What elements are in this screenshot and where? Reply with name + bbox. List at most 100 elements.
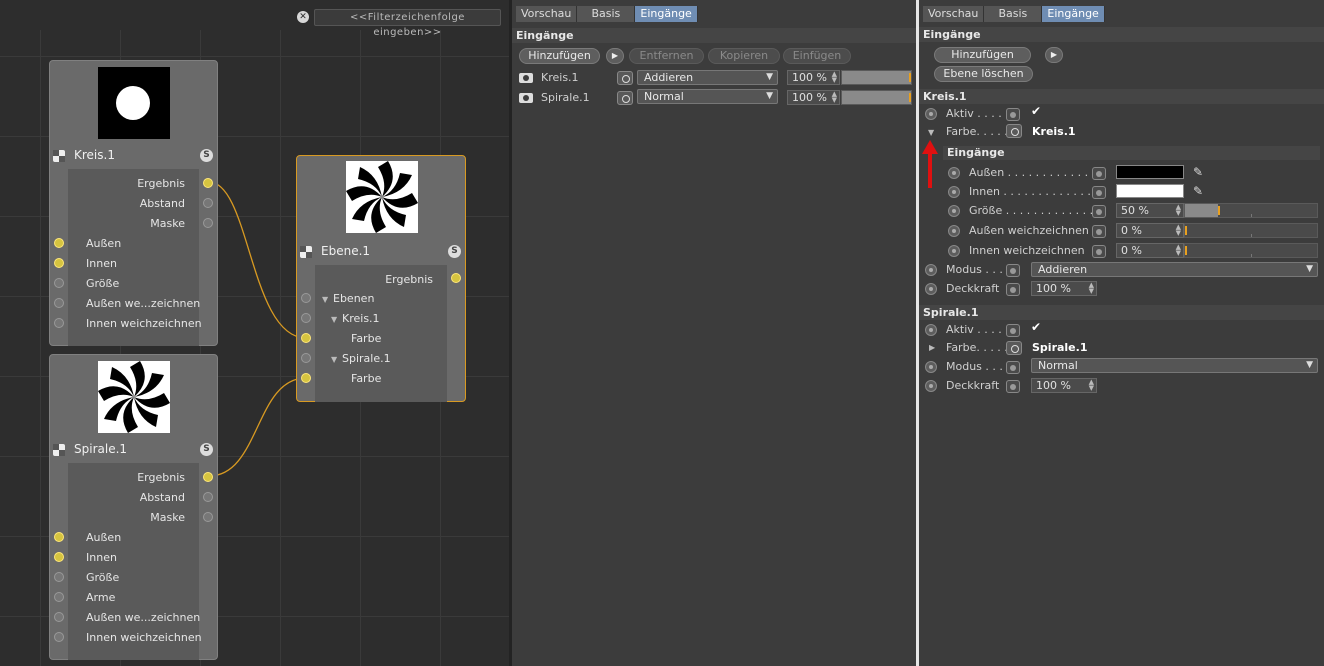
input-port[interactable] <box>54 258 64 268</box>
aussen-weich-field[interactable]: 0 % ▲ ▼ <box>1116 223 1184 238</box>
anim-radio[interactable] <box>948 167 960 179</box>
input-port[interactable] <box>301 293 311 303</box>
link-icon[interactable] <box>617 91 633 105</box>
expand-triangle-icon[interactable]: ▼ <box>331 355 337 364</box>
keyframe-button[interactable] <box>1092 186 1106 199</box>
anim-radio[interactable] <box>925 108 937 120</box>
output-port-ergebnis[interactable] <box>203 472 213 482</box>
modus-dropdown[interactable]: Addieren ▼ <box>1031 262 1318 277</box>
link-icon[interactable] <box>1006 124 1022 138</box>
keyframe-button[interactable] <box>1006 108 1020 121</box>
tab-basis[interactable]: Basis <box>577 6 636 22</box>
keyframe-button[interactable] <box>1092 225 1106 238</box>
paste-button[interactable]: Einfügen <box>783 48 851 64</box>
opacity-slider[interactable] <box>841 70 912 85</box>
anim-radio[interactable] <box>948 225 960 237</box>
keyframe-button[interactable] <box>1006 361 1020 374</box>
innen-weich-slider[interactable] <box>1184 243 1318 258</box>
remove-button[interactable]: Entfernen <box>629 48 704 64</box>
anim-radio[interactable] <box>925 361 937 373</box>
add-menu-arrow-icon[interactable]: ▶ <box>1045 47 1063 63</box>
input-port[interactable] <box>54 318 64 328</box>
tab-eingaenge[interactable]: Eingänge <box>635 6 698 22</box>
tab-eingaenge[interactable]: Eingänge <box>1042 6 1105 22</box>
solo-badge[interactable]: S <box>200 149 213 162</box>
blend-mode-dropdown[interactable]: Normal ▼ <box>637 89 778 104</box>
modus-dropdown[interactable]: Normal ▼ <box>1031 358 1318 373</box>
link-icon[interactable] <box>1006 341 1022 355</box>
anim-radio[interactable] <box>925 264 937 276</box>
blend-mode-dropdown[interactable]: Addieren ▼ <box>637 70 778 85</box>
expand-triangle-icon[interactable]: ▼ <box>322 295 328 304</box>
node-spirale[interactable]: Spirale.1 S Ergebnis Abstand Maske Außen… <box>49 354 218 660</box>
eyedropper-icon[interactable]: ✎ <box>1193 184 1207 198</box>
innen-weich-field[interactable]: 0 % ▲ ▼ <box>1116 243 1184 258</box>
output-port-abstand[interactable] <box>203 492 213 502</box>
keyframe-button[interactable] <box>1006 380 1020 393</box>
eyedropper-icon[interactable]: ✎ <box>1193 165 1207 179</box>
input-port[interactable] <box>54 592 64 602</box>
spin-arrows-icon[interactable]: ▲ ▼ <box>1089 282 1094 295</box>
opacity-field[interactable]: 100 % ▲ ▼ <box>787 70 840 85</box>
add-button[interactable]: Hinzufügen <box>519 48 600 64</box>
innen-color-swatch[interactable] <box>1116 184 1184 198</box>
aktiv-checkbox[interactable]: ✔ <box>1031 320 1041 334</box>
spin-arrows-icon[interactable]: ▲ ▼ <box>1176 244 1181 257</box>
node-editor[interactable]: ✕ <<Filterzeichenfolge eingeben>> Kreis.… <box>0 0 509 666</box>
add-menu-arrow-icon[interactable]: ▶ <box>606 48 624 64</box>
input-port[interactable] <box>54 612 64 622</box>
input-port[interactable] <box>54 632 64 642</box>
copy-button[interactable]: Kopieren <box>708 48 780 64</box>
keyframe-button[interactable] <box>1092 205 1106 218</box>
anim-radio[interactable] <box>925 283 937 295</box>
deckkraft-field[interactable]: 100 % ▲ ▼ <box>1031 378 1097 393</box>
input-port-kreis-farbe[interactable] <box>301 333 311 343</box>
opacity-slider[interactable] <box>841 90 912 105</box>
input-port-spirale-farbe[interactable] <box>301 373 311 383</box>
groesse-field[interactable]: 50 % ▲ ▼ <box>1116 203 1184 218</box>
eye-icon[interactable] <box>519 73 533 83</box>
groesse-slider[interactable] <box>1184 203 1318 218</box>
anim-radio[interactable] <box>948 186 960 198</box>
deckkraft-field[interactable]: 100 % ▲ ▼ <box>1031 281 1097 296</box>
link-icon[interactable] <box>617 71 633 85</box>
aussen-weich-slider[interactable] <box>1184 223 1318 238</box>
solo-badge[interactable]: S <box>200 443 213 456</box>
delete-layer-button[interactable]: Ebene löschen <box>934 66 1033 82</box>
input-port[interactable] <box>54 572 64 582</box>
tab-basis[interactable]: Basis <box>984 6 1043 22</box>
slider-handle[interactable] <box>909 93 911 102</box>
spin-arrows-icon[interactable]: ▲ ▼ <box>1176 224 1181 237</box>
input-port[interactable] <box>301 353 311 363</box>
input-port[interactable] <box>54 238 64 248</box>
opacity-field[interactable]: 100 % ▲ ▼ <box>787 90 840 105</box>
slider-handle[interactable] <box>909 73 911 82</box>
tab-vorschau[interactable]: Vorschau <box>516 6 578 22</box>
collapse-triangle-icon[interactable]: ▼ <box>928 128 934 137</box>
aktiv-checkbox[interactable]: ✔ <box>1031 104 1041 118</box>
input-port[interactable] <box>54 552 64 562</box>
add-button[interactable]: Hinzufügen <box>934 47 1031 63</box>
keyframe-button[interactable] <box>1006 283 1020 296</box>
eye-icon[interactable] <box>519 93 533 103</box>
expand-triangle-icon[interactable]: ▼ <box>331 315 337 324</box>
keyframe-button[interactable] <box>1092 167 1106 180</box>
input-port[interactable] <box>54 298 64 308</box>
input-port[interactable] <box>301 313 311 323</box>
input-port[interactable] <box>54 532 64 542</box>
keyframe-button[interactable] <box>1092 245 1106 258</box>
keyframe-button[interactable] <box>1006 264 1020 277</box>
spin-arrows-icon[interactable]: ▲ ▼ <box>832 71 837 84</box>
output-port-maske[interactable] <box>203 218 213 228</box>
aussen-color-swatch[interactable] <box>1116 165 1184 179</box>
node-kreis[interactable]: Kreis.1 S Ergebnis Abstand Maske Außen I… <box>49 60 218 346</box>
spin-arrows-icon[interactable]: ▲ ▼ <box>1176 204 1181 217</box>
anim-radio[interactable] <box>948 245 960 257</box>
anim-radio[interactable] <box>948 205 960 217</box>
output-port-maske[interactable] <box>203 512 213 522</box>
node-ebene[interactable]: Ebene.1 S Ergebnis ▼ Ebenen ▼ Kreis.1 Fa… <box>296 155 466 402</box>
slider-handle[interactable] <box>1218 206 1220 215</box>
input-port[interactable] <box>54 278 64 288</box>
spin-arrows-icon[interactable]: ▲ ▼ <box>832 91 837 104</box>
keyframe-button[interactable] <box>1006 324 1020 337</box>
